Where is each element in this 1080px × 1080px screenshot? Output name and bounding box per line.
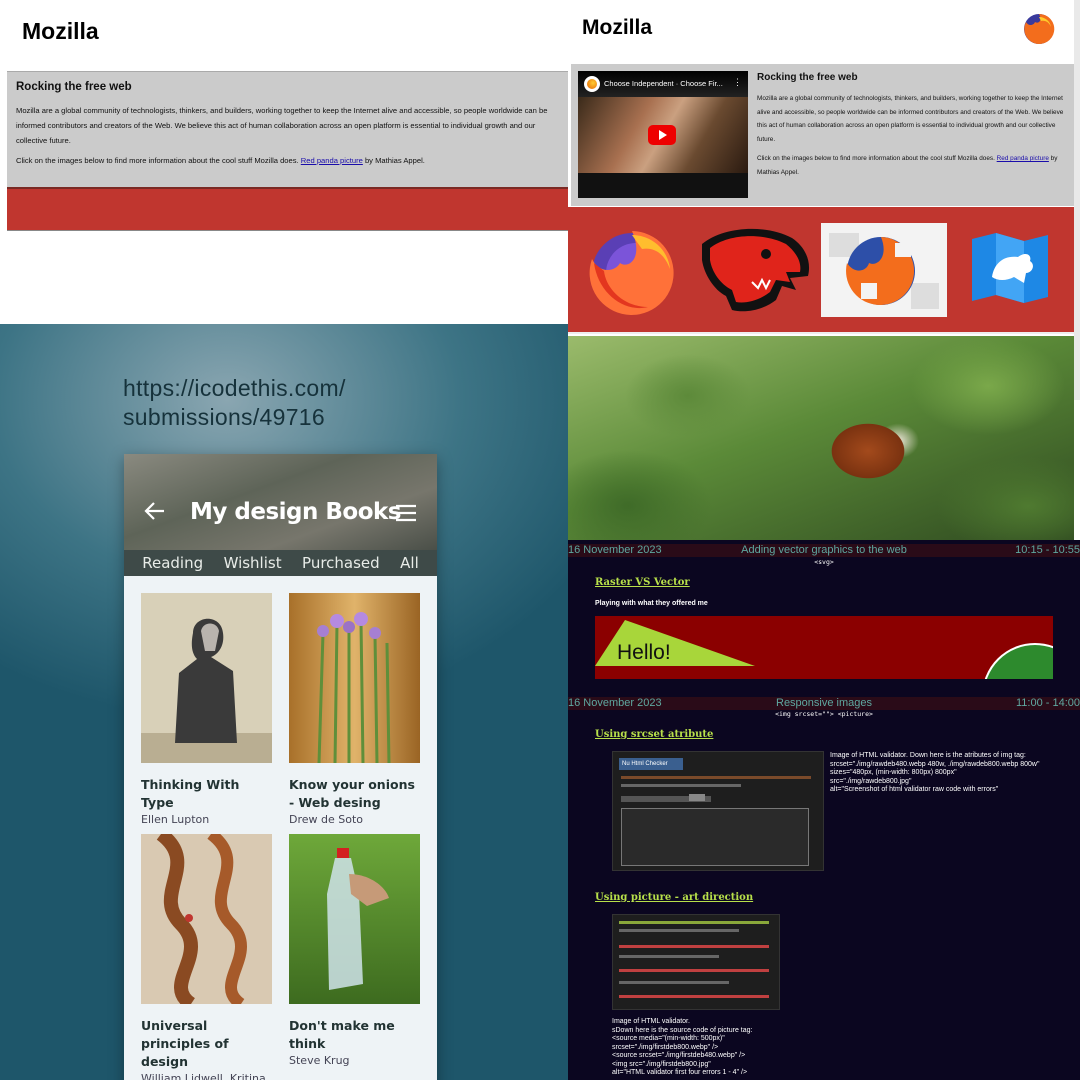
error-line [619, 955, 719, 958]
submission-url-line-1: https://icodethis.com/ [123, 375, 346, 401]
day-header: 16 November 2023 Adding vector graphics … [568, 544, 1080, 557]
book-author: Steve Krug [289, 1054, 350, 1067]
intro-text: Rocking the free web Mozilla are a globa… [757, 72, 1069, 179]
section-title: Raster VS Vector [595, 577, 690, 588]
html-notes-page: 16 November 2023 Adding vector graphics … [568, 540, 1080, 1080]
section-heading: Rocking the free web [16, 81, 132, 93]
image-band [7, 187, 568, 231]
day-topic: Responsive images [776, 697, 872, 709]
check-button [689, 794, 705, 801]
tab-purchased[interactable]: Purchased [302, 554, 380, 572]
video-title[interactable]: Choose Independent · Choose Fir... [604, 79, 723, 88]
channel-avatar[interactable] [584, 76, 600, 92]
firefox-logo[interactable] [584, 223, 680, 319]
validator-notice [621, 776, 811, 779]
page-title: Mozilla [22, 18, 99, 44]
credit-prefix: Click on the images below to find more i… [757, 155, 997, 162]
day-time: 11:00 - 14:00 [1015, 697, 1080, 709]
picture-caption: Image of HTML validator. sDown here is t… [612, 1018, 753, 1076]
section-title: Using srcset atribute [595, 729, 714, 740]
validator-title: Nu Html Checker [619, 758, 683, 770]
book-card[interactable]: Thinking With Type Ellen Lupton [141, 593, 272, 828]
book-author: Drew de Soto [289, 813, 364, 826]
intro-paragraph: Mozilla are a global community of techno… [16, 106, 548, 145]
section-heading: Rocking the free web [757, 72, 858, 83]
arrow-back-icon[interactable] [144, 500, 166, 522]
mozilla-dino-logo[interactable] [696, 224, 816, 318]
validator-code [621, 808, 809, 866]
scrollbar[interactable] [1074, 0, 1080, 400]
mozilla-images-page: Mozilla Choose Independent · Choose Fir.… [568, 0, 1080, 540]
video-embed[interactable]: Choose Independent · Choose Fir... ⋮ [578, 71, 748, 198]
book-title: Don't make me think [289, 1018, 395, 1051]
validator-line [621, 784, 741, 787]
book-cover [141, 828, 272, 1010]
book-card[interactable]: Don't make me think Steve Krug [289, 834, 420, 1069]
section-title: Using picture - art direction [595, 892, 754, 903]
error-line [619, 929, 739, 932]
topic-tag: <svg> [814, 558, 834, 566]
book-author: Ellen Lupton [141, 813, 210, 826]
error-line [619, 945, 769, 948]
page-title: Mozilla [582, 16, 653, 39]
book-author: William Lidwell, Kritina Holden, Jili Bu… [141, 1072, 266, 1080]
firefox-icon[interactable] [1023, 13, 1055, 45]
firefox-puzzle-logo[interactable] [821, 223, 947, 317]
error-line [619, 921, 769, 924]
credit-paragraph: Click on the images below to find more i… [16, 153, 559, 168]
credit-paragraph: Click on the images below to find more i… [757, 152, 1069, 179]
logo-band [568, 207, 1074, 334]
book-cover [289, 593, 420, 764]
book-grid: Thinking With Type Ellen Lupton Know you… [124, 576, 437, 1080]
error-line [619, 969, 769, 972]
mozilla-basic-page: Mozilla Rocking the free web Mozilla are… [0, 0, 568, 324]
red-panda-link[interactable]: Red panda picture [301, 156, 363, 165]
play-icon[interactable] [648, 125, 676, 145]
srcset-caption: Image of HTML validator. Down here is th… [830, 752, 1040, 793]
tab-reading[interactable]: Reading [142, 554, 203, 572]
intro-section: Choose Independent · Choose Fir... ⋮ Roc… [571, 64, 1074, 206]
book-cover [141, 593, 272, 763]
svg-hello-text: Hello! [617, 641, 671, 664]
tab-wishlist[interactable]: Wishlist [224, 554, 282, 572]
more-vert-icon[interactable]: ⋮ [733, 77, 742, 88]
hamburger-menu-icon[interactable] [395, 504, 417, 522]
credit-suffix: by Mathias Appel. [362, 156, 425, 165]
submission-url-line-2: submissions/49716 [123, 404, 325, 430]
red-panda-photo [568, 336, 1074, 540]
book-title: Know your onions - Web desing [289, 777, 415, 810]
intro-paragraph: Mozilla are a global community of techno… [757, 95, 1064, 143]
day-topic: Adding vector graphics to the web [741, 544, 907, 556]
app-header: My design Books [124, 454, 437, 550]
book-card[interactable]: Universal principles of design William L… [141, 828, 272, 1080]
app-title: My design Books [190, 499, 402, 525]
icodethis-submission: https://icodethis.com/ submissions/49716… [0, 324, 568, 1080]
red-panda-link[interactable]: Red panda picture [997, 155, 1049, 162]
section-subheading: Playing with what they offered me [595, 600, 708, 607]
mdn-logo[interactable] [970, 233, 1050, 303]
credit-prefix: Click on the images below to find more i… [16, 156, 301, 165]
validator-errors-screenshot [612, 914, 780, 1010]
day-header: 16 November 2023 Responsive images 11:00… [568, 697, 1080, 710]
book-title: Universal principles of design [141, 1018, 229, 1069]
error-line [619, 995, 769, 998]
submission-url[interactable]: https://icodethis.com/ submissions/49716 [123, 374, 346, 432]
validator-screenshot: Nu Html Checker [612, 751, 824, 871]
svg-demo: Hello! [595, 616, 1053, 679]
intro-section: Rocking the free web Mozilla are a globa… [7, 71, 568, 187]
topic-tag: <img srcset=""> <picture> [775, 710, 873, 718]
book-cover [289, 834, 420, 1004]
book-tabs: Reading Wishlist Purchased All [124, 550, 437, 576]
error-line [619, 981, 729, 984]
books-app: My design Books Reading Wishlist Purchas… [124, 454, 437, 1080]
day-time: 10:15 - 10:55 [1015, 544, 1080, 556]
tab-all[interactable]: All [400, 554, 419, 572]
book-title: Thinking With Type [141, 777, 240, 810]
book-card[interactable]: Know your onions - Web desing Drew de So… [289, 593, 420, 828]
